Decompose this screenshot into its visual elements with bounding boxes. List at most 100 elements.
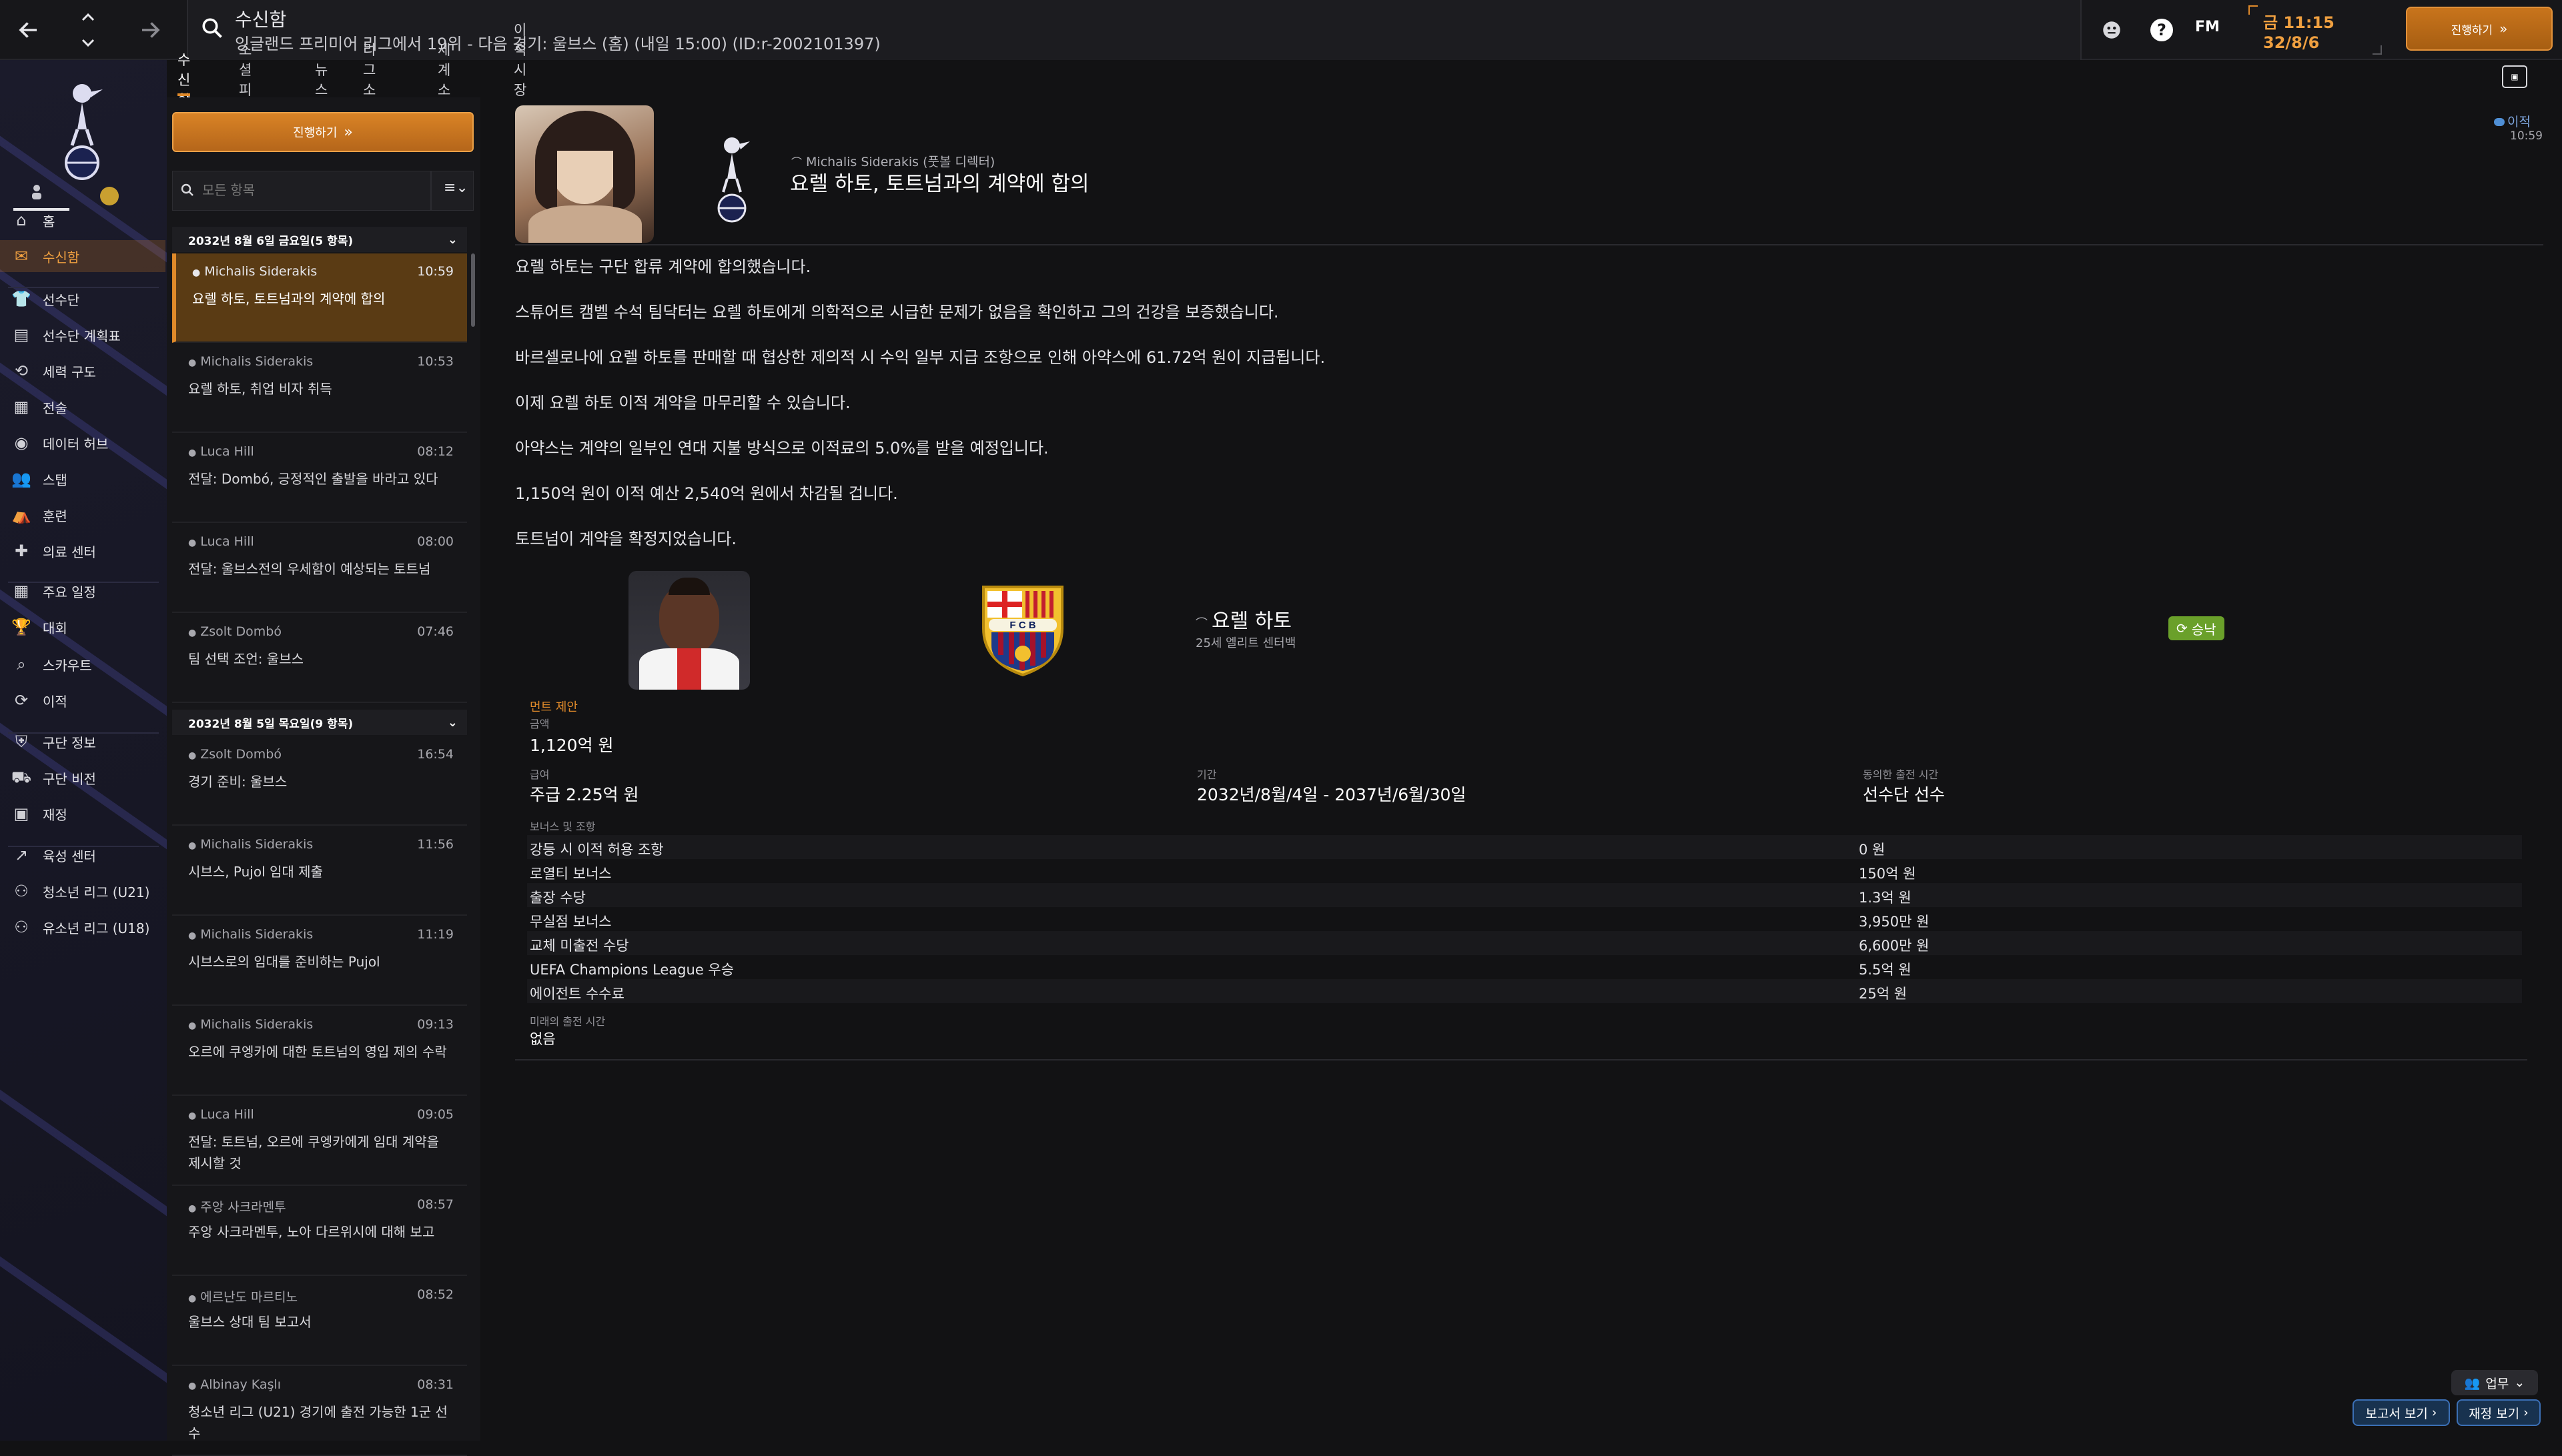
continue-button-top[interactable]: 진행하기 » — [2406, 7, 2553, 51]
club-crest-small — [709, 121, 755, 231]
inbox-message[interactable]: ● Michalis Siderakis 10:53 요렐 하토, 취업 비자 취득 — [172, 343, 467, 433]
view-report-button[interactable]: 보고서 보기 › — [2353, 1399, 2450, 1426]
sidebar-item-u18[interactable]: ⚇ 유소년 리그 (U18) — [0, 911, 165, 943]
sidebar-item-scouting[interactable]: ⌕ 스카우트 — [0, 648, 165, 680]
person-icon: ● — [188, 628, 197, 638]
message-time: 08:00 — [417, 534, 454, 549]
sidebar-divider — [8, 732, 159, 734]
sidebar-item-data-hub[interactable]: ◉ 데이터 허브 — [0, 427, 165, 459]
message-subject: 울브스 상대 팀 보고서 — [188, 1314, 312, 1330]
person-icon: ● — [188, 1293, 197, 1304]
bonus-row: 에이전트 수수료 25억 원 — [527, 979, 2522, 1003]
club-info-icon: ⛨ — [15, 732, 27, 751]
inbox-message[interactable]: ● Zsolt Dombó 07:46 팀 선택 조언: 울브스 — [172, 614, 467, 703]
transfer-tag[interactable]: 이적 — [2494, 112, 2531, 130]
tab-0[interactable]: 수신함 — [177, 52, 191, 108]
message-subject: 주앙 사크라멘투, 노아 다르위시에 대해 보고 — [188, 1224, 435, 1240]
tab-1[interactable]: 소셜 피드 — [239, 42, 252, 118]
message-sender: ● Michalis Siderakis — [188, 1017, 314, 1032]
inbox-message[interactable]: ● Zsolt Dombó 16:54 경기 준비: 울브스 — [172, 736, 467, 826]
sidebar-item-home[interactable]: ⌂ 홈 — [0, 204, 165, 236]
bonus-row: 무실점 보너스 3,950만 원 — [527, 907, 2522, 931]
message-time: 08:52 — [417, 1287, 454, 1302]
bonus-label: 출장 수당 — [530, 890, 586, 906]
period-label: 기간 — [1197, 768, 1217, 781]
message-sender: ● Zsolt Dombó — [188, 747, 282, 762]
sidebar-item-label: 훈련 — [43, 508, 67, 524]
inbox-message[interactable]: ● Luca Hill 08:00 전달: 울브스전의 우세함이 예상되는 토트넘 — [172, 524, 467, 613]
medical-icon: ✚ — [14, 542, 29, 560]
bonus-value: 5.5억 원 — [1859, 962, 1911, 978]
person-icon: ● — [188, 840, 197, 851]
sidebar-item-dynamics[interactable]: ⟲ 세력 구도 — [0, 355, 165, 387]
date-group-label: 2032년 8월 5일 목요일(9 항목) — [188, 717, 354, 731]
search-icon — [200, 16, 224, 43]
back-arrow-icon[interactable] — [5, 7, 52, 53]
tab-5[interactable]: 이적 시장 뉴스 — [514, 22, 526, 138]
continue-button[interactable]: 진행하기 » — [172, 112, 474, 152]
chevron-right-icon: › — [2431, 1405, 2437, 1420]
search-box[interactable]: 수신함 잉글랜드 프리미어 리그에서 19위 - 다음 경기: 울브스 (홈) … — [187, 0, 2082, 60]
person-icon: ● — [188, 750, 197, 761]
sidebar-item-schedule[interactable]: ▦ 주요 일정 — [0, 575, 165, 607]
sidebar-item-staff[interactable]: 👥 스탭 — [0, 463, 165, 495]
sidebar-item-medical[interactable]: ✚ 의료 센터 — [0, 535, 165, 567]
message-sender: ● 주앙 사크라멘투 — [188, 1200, 286, 1215]
sidebar-item-label: 세력 구도 — [43, 363, 96, 380]
inbox-message[interactable]: ● Albinay Kaşlı 08:31 청소년 리그 (U21) 경기에 출전 가… — [172, 1367, 467, 1456]
sidebar-item-inbox[interactable]: ✉ 수신함 — [0, 240, 165, 272]
chevron-down-icon: ⌄ — [447, 232, 458, 247]
sidebar-item-finances[interactable]: ▣ 재정 — [0, 798, 165, 830]
bonus-label: 교체 미출전 수당 — [530, 938, 629, 954]
player-name-row[interactable]: ⌒ 요렐 하토 — [1196, 604, 1292, 634]
fm-menu-button[interactable]: FM — [2195, 19, 2220, 35]
sidebar-item-squad-planner[interactable]: ▤ 선수단 계획표 — [0, 319, 165, 351]
sidebar-item-trophy[interactable]: 🏆 대회 — [0, 611, 165, 643]
inbox-message[interactable]: ● 에르난도 마르티노 08:52 울브스 상대 팀 보고서 — [172, 1277, 467, 1366]
view-finance-button[interactable]: 재정 보기 › — [2457, 1399, 2541, 1426]
sidebar: ⌂ 홈 ✉ 수신함 👕 선수단 ▤ 선수단 계획표 ⟲ 세력 구도 ▦ 전술 ◉ 데이터 허브 👥 스탭 ⛺ 훈련… — [0, 60, 167, 1441]
future-label: 미래의 출전 시간 — [530, 1015, 606, 1028]
sidebar-item-u21[interactable]: ⚇ 청소년 리그 (U21) — [0, 875, 165, 907]
player-desc: 25세 엘리트 센터백 — [1196, 636, 1296, 650]
sidebar-item-development[interactable]: ↗ 육성 센터 — [0, 839, 165, 871]
sidebar-item-label: 대회 — [43, 620, 67, 636]
date-group-header[interactable]: 2032년 8월 6일 금요일(5 항목) ⌄ — [172, 227, 467, 252]
training-icon: ⛺ — [11, 506, 31, 524]
bonus-value: 1.3억 원 — [1859, 890, 1911, 906]
history-stepper[interactable] — [75, 5, 101, 55]
filter-input[interactable] — [202, 179, 429, 202]
inbox-message[interactable]: ● Luca Hill 08:12 전달: Dombó, 긍정적인 출발을 바라고 있… — [172, 434, 467, 523]
date-group-header[interactable]: 2032년 8월 5일 목요일(9 항목) ⌄ — [172, 710, 467, 735]
sidebar-item-tactics[interactable]: ▦ 전술 — [0, 391, 165, 423]
tab-4[interactable]: 세계 소식 — [438, 42, 450, 118]
inbox-message[interactable]: ● Luca Hill 09:05 전달: 토트넘, 오르에 쿠엥카에게 임대 계약을… — [172, 1097, 467, 1186]
work-menu-button[interactable]: 👥 업무 ⌄ — [2451, 1370, 2538, 1395]
fee-value: 1,120억 원 — [530, 736, 614, 755]
inbox-message[interactable]: ● Michalis Siderakis 11:19 시브스로의 임대를 준비하는 P… — [172, 916, 467, 1006]
inbox-message[interactable]: ● Michalis Siderakis 10:59 요렐 하토, 토트넘과의 계약에… — [172, 253, 467, 343]
sidebar-item-club-vision[interactable]: ⛟ 구단 비전 — [0, 762, 165, 794]
sidebar-item-training[interactable]: ⛺ 훈련 — [0, 499, 165, 531]
tab-3[interactable]: 리그 소식 — [363, 42, 376, 118]
inbox-message[interactable]: ● Michalis Siderakis 11:56 시브스, Pujol 임대 제출 — [172, 826, 467, 916]
sidebar-item-label: 주요 일정 — [43, 584, 96, 600]
sidebar-item-club-info[interactable]: ⛨ 구단 정보 — [0, 726, 165, 758]
sidebar-item-transfers[interactable]: ⟳ 이적 — [0, 684, 165, 716]
help-icon[interactable]: ? — [2145, 13, 2178, 47]
sidebar-item-label: 재정 — [43, 806, 67, 823]
club-crest[interactable] — [45, 63, 119, 185]
forward-arrow-icon[interactable] — [127, 7, 173, 53]
message-filter[interactable]: ≡⌄ — [172, 171, 474, 211]
view-settings-icon[interactable]: ▣ — [2502, 65, 2527, 88]
face-icon[interactable] — [2095, 13, 2128, 47]
sort-menu-icon[interactable]: ≡⌄ — [444, 179, 468, 196]
message-paragraph: 토트넘이 계약을 확정지었습니다. — [515, 530, 737, 548]
sidebar-item-label: 수신함 — [43, 249, 80, 265]
future-value: 없음 — [530, 1031, 556, 1047]
inbox-message[interactable]: ● 주앙 사크라멘투 08:57 주앙 사크라멘투, 노아 다르위시에 대해 보고 — [172, 1187, 467, 1276]
tab-2[interactable]: 뉴스 — [315, 61, 328, 98]
inbox-scrollbar[interactable] — [471, 253, 475, 327]
inbox-message[interactable]: ● Michalis Siderakis 09:13 오르에 쿠엥카에 대한 토트넘의… — [172, 1006, 467, 1096]
wage-value: 주급 2.25억 원 — [530, 785, 639, 804]
